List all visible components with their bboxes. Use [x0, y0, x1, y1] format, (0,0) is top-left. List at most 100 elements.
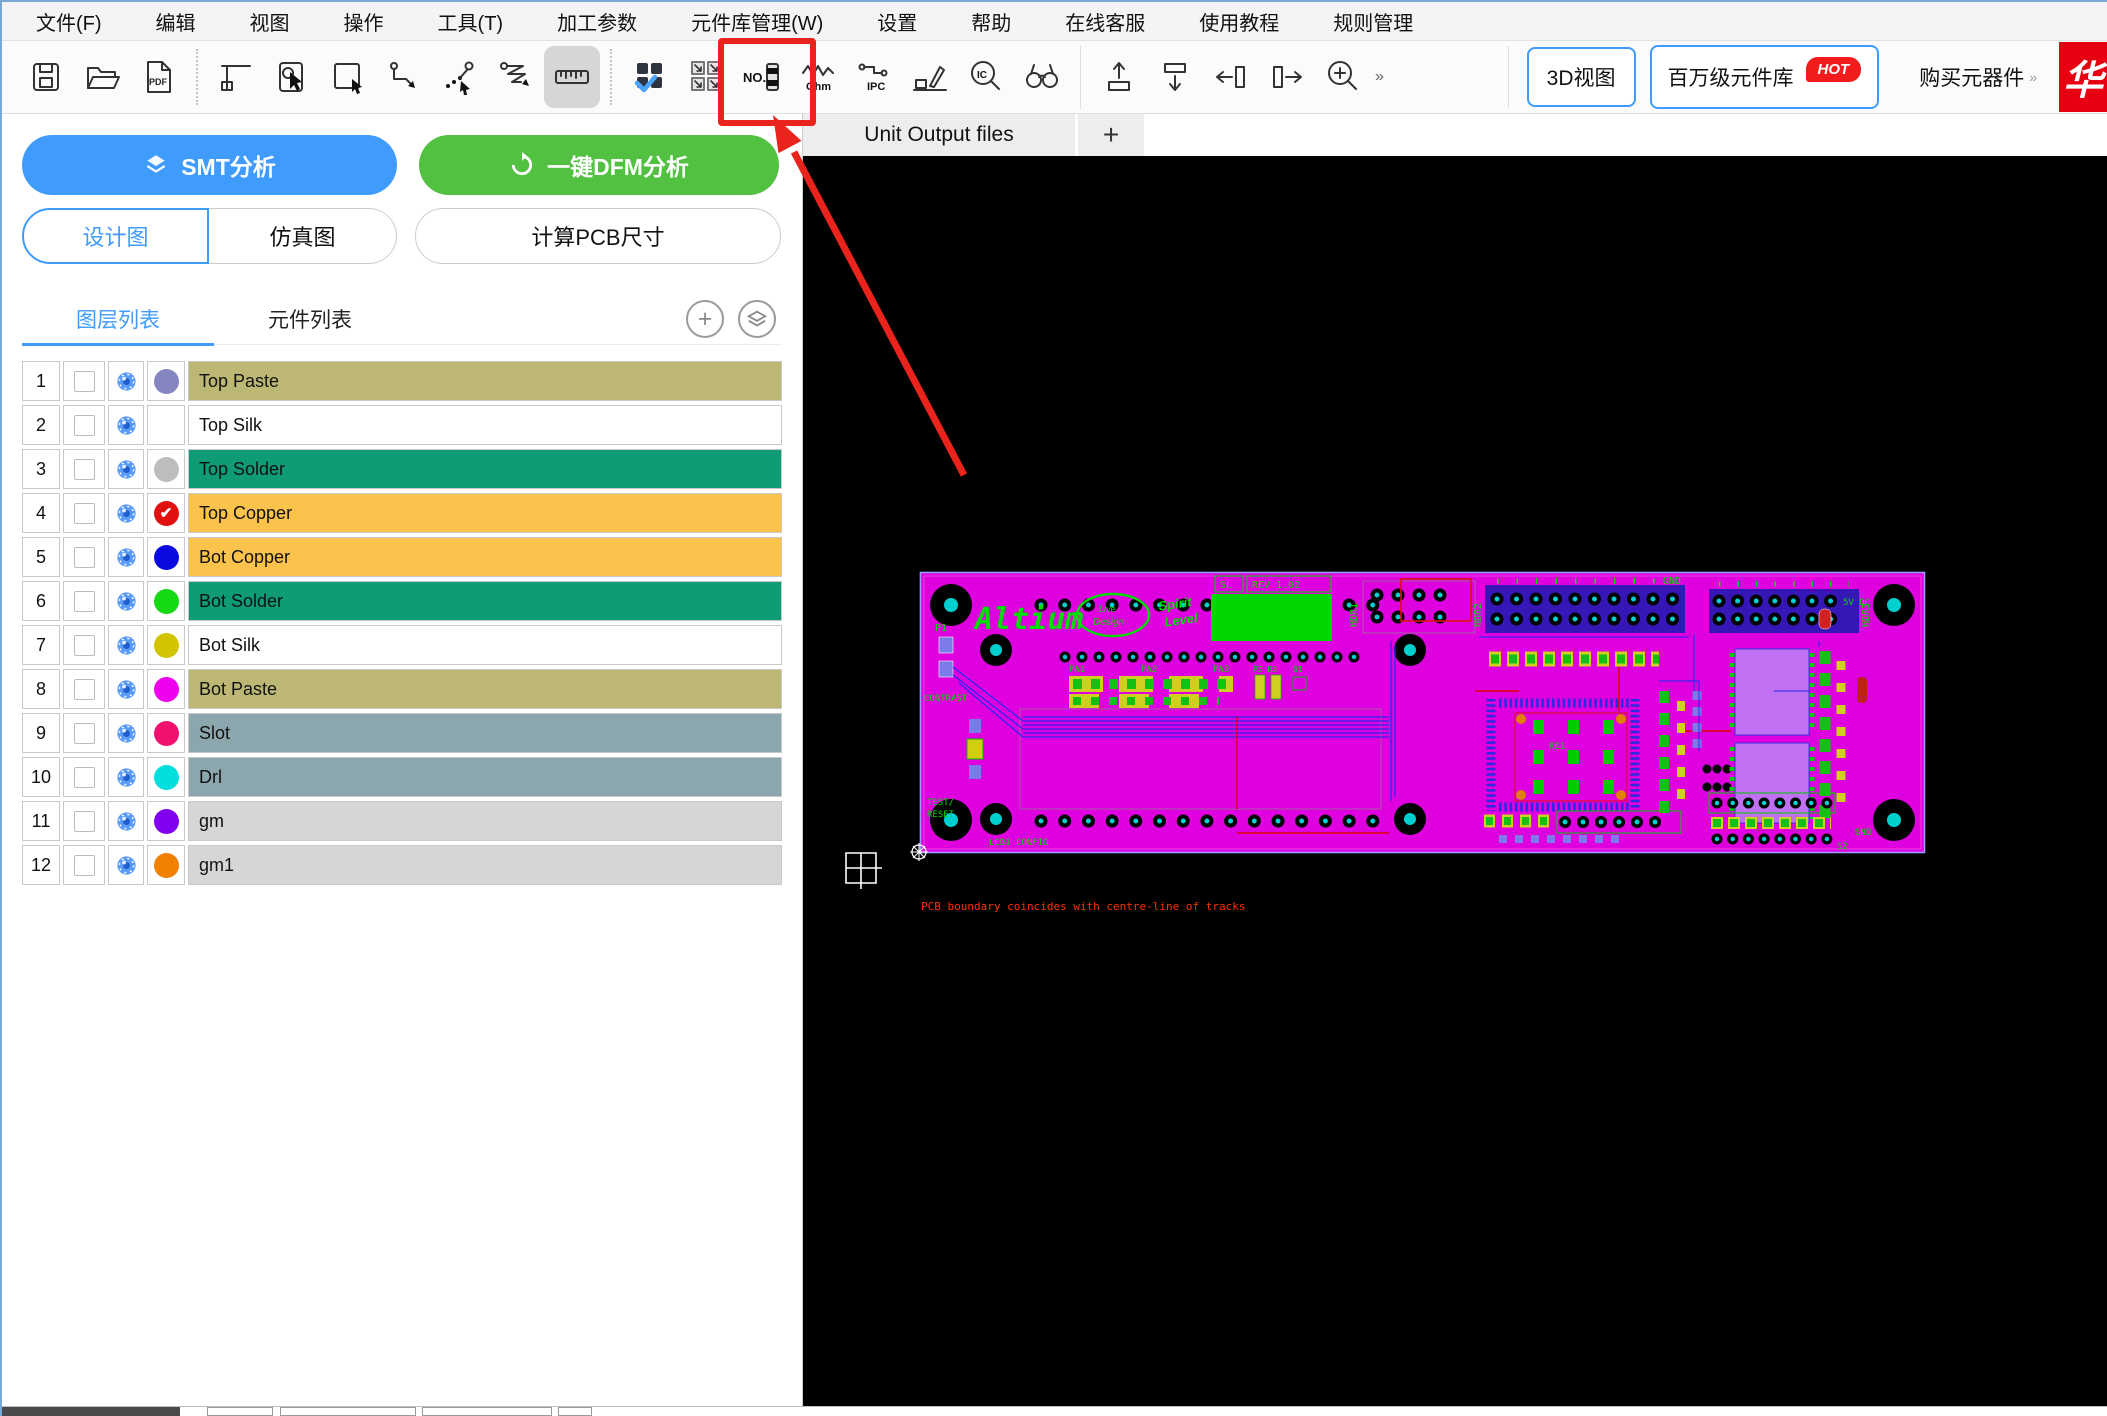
layer-color-swatch[interactable] — [147, 581, 185, 621]
save-button[interactable] — [18, 46, 74, 108]
open-file-button[interactable] — [74, 46, 130, 108]
solder-pen-button[interactable] — [902, 46, 958, 108]
layer-name[interactable]: gm — [188, 801, 782, 841]
layer-visibility-toggle[interactable] — [108, 449, 144, 489]
layer-checkbox[interactable] — [63, 845, 105, 885]
align-top-button[interactable] — [1091, 46, 1147, 108]
layer-color-swatch[interactable] — [147, 537, 185, 577]
layer-color-swatch[interactable] — [147, 757, 185, 797]
align-right-button[interactable] — [1259, 46, 1315, 108]
layer-name[interactable]: Top Copper — [188, 493, 782, 533]
toolbar-overflow[interactable]: » — [1375, 68, 1384, 86]
layer-name[interactable]: Bot Paste — [188, 669, 782, 709]
menu-process-params[interactable]: 加工参数 — [557, 7, 637, 36]
layer-name[interactable]: Bot Solder — [188, 581, 782, 621]
layer-name[interactable]: Slot — [188, 713, 782, 753]
layer-checkbox[interactable] — [63, 449, 105, 489]
layer-name[interactable]: Top Solder — [188, 449, 782, 489]
menu-tools[interactable]: 工具(T) — [438, 7, 504, 36]
parts-library-button[interactable]: 百万级元件库 HOT — [1649, 45, 1880, 109]
layer-color-swatch[interactable] — [147, 449, 185, 489]
grid-check-button[interactable] — [622, 46, 678, 108]
layer-color-swatch[interactable] — [147, 845, 185, 885]
layer-visibility-toggle[interactable] — [108, 581, 144, 621]
layer-checkbox[interactable] — [63, 801, 105, 841]
layer-visibility-toggle[interactable] — [108, 669, 144, 709]
checkbox-icon — [73, 370, 95, 392]
add-circle-icon[interactable]: + — [686, 300, 724, 338]
layer-checkbox[interactable] — [63, 361, 105, 401]
layer-name[interactable]: Bot Silk — [188, 625, 782, 665]
compare-binoculars-button[interactable] — [1014, 46, 1070, 108]
menu-settings[interactable]: 设置 — [877, 7, 917, 36]
layer-color-swatch[interactable] — [147, 361, 185, 401]
layer-visibility-toggle[interactable] — [108, 625, 144, 665]
layer-checkbox[interactable] — [63, 625, 105, 665]
eye-icon — [116, 547, 136, 567]
layer-checkbox[interactable] — [63, 493, 105, 533]
tab-component-list[interactable]: 元件列表 — [214, 304, 406, 334]
measure-ruler-button[interactable] — [544, 46, 600, 108]
menu-edit[interactable]: 编辑 — [156, 7, 196, 36]
board-frame-button[interactable] — [208, 46, 264, 108]
menu-view[interactable]: 视图 — [250, 7, 290, 36]
layer-checkbox[interactable] — [63, 405, 105, 445]
align-bottom-button[interactable] — [1147, 46, 1203, 108]
layer-name[interactable]: gm1 — [188, 845, 782, 885]
layer-visibility-toggle[interactable] — [108, 757, 144, 797]
layer-visibility-toggle[interactable] — [108, 493, 144, 533]
rect-select-button[interactable] — [320, 46, 376, 108]
export-pdf-button[interactable]: PDF — [130, 46, 186, 108]
move-trace-button[interactable] — [376, 46, 432, 108]
menu-file[interactable]: 文件(F) — [36, 7, 102, 36]
layer-color-swatch[interactable] — [147, 405, 185, 445]
zoom-in-button[interactable] — [1315, 46, 1371, 108]
calc-pcb-size-button[interactable]: 计算PCB尺寸 — [415, 208, 781, 264]
layer-stack-icon[interactable] — [738, 300, 776, 338]
align-left-button[interactable] — [1203, 46, 1259, 108]
route-trace-button[interactable] — [488, 46, 544, 108]
layer-visibility-toggle[interactable] — [108, 537, 144, 577]
ic-zoom-button[interactable]: IC — [958, 46, 1014, 108]
layer-visibility-toggle[interactable] — [108, 713, 144, 753]
layer-visibility-toggle[interactable] — [108, 801, 144, 841]
layer-color-swatch[interactable]: ✔ — [147, 493, 185, 533]
layer-color-swatch[interactable] — [147, 625, 185, 665]
tab-layer-list[interactable]: 图层列表 — [22, 304, 214, 334]
layer-checkbox[interactable] — [63, 669, 105, 709]
add-tab-button[interactable]: + — [1078, 114, 1144, 156]
menu-component-lib[interactable]: 元件库管理(W) — [691, 7, 823, 36]
layer-checkbox[interactable] — [63, 537, 105, 577]
menu-rule-manage[interactable]: 规则管理 — [1333, 7, 1413, 36]
layer-name[interactable]: Drl — [188, 757, 782, 797]
menu-tutorial[interactable]: 使用教程 — [1199, 7, 1279, 36]
layer-visibility-toggle[interactable] — [108, 405, 144, 445]
table-row: 2 Top Silk — [22, 405, 782, 445]
buy-parts-button[interactable]: 购买元器件 » — [1919, 62, 2037, 92]
layer-name[interactable]: Top Paste — [188, 361, 782, 401]
ipc-netlist-button[interactable]: IPC — [846, 46, 902, 108]
pcb-viewport[interactable]: Altium Live Design Spirit Level SL REV 1… — [803, 156, 2107, 1408]
tab-design-view[interactable]: 设计图 — [22, 208, 209, 264]
layer-visibility-toggle[interactable] — [108, 845, 144, 885]
document-tab[interactable]: Unit Output files — [803, 114, 1075, 156]
layer-checkbox[interactable] — [63, 757, 105, 797]
smt-analysis-button[interactable]: SMT分析 — [22, 135, 397, 195]
layer-checkbox[interactable] — [63, 581, 105, 621]
layer-name[interactable]: Top Silk — [188, 405, 782, 445]
tab-simulation-view[interactable]: 仿真图 — [209, 208, 397, 264]
layer-name[interactable]: Bot Copper — [188, 537, 782, 577]
one-key-dfm-button[interactable]: 一键DFM分析 — [419, 135, 779, 195]
layer-visibility-toggle[interactable] — [108, 361, 144, 401]
ic-zoom-icon: IC — [971, 61, 1000, 90]
view-3d-button[interactable]: 3D视图 — [1526, 47, 1636, 107]
menu-operate[interactable]: 操作 — [344, 7, 384, 36]
layer-color-swatch[interactable] — [147, 669, 185, 709]
menu-online-support[interactable]: 在线客服 — [1065, 7, 1145, 36]
layer-checkbox[interactable] — [63, 713, 105, 753]
layer-color-swatch[interactable] — [147, 801, 185, 841]
menu-help[interactable]: 帮助 — [971, 7, 1011, 36]
select-cursor-button[interactable] — [264, 46, 320, 108]
edit-nodes-button[interactable] — [432, 46, 488, 108]
layer-color-swatch[interactable] — [147, 713, 185, 753]
